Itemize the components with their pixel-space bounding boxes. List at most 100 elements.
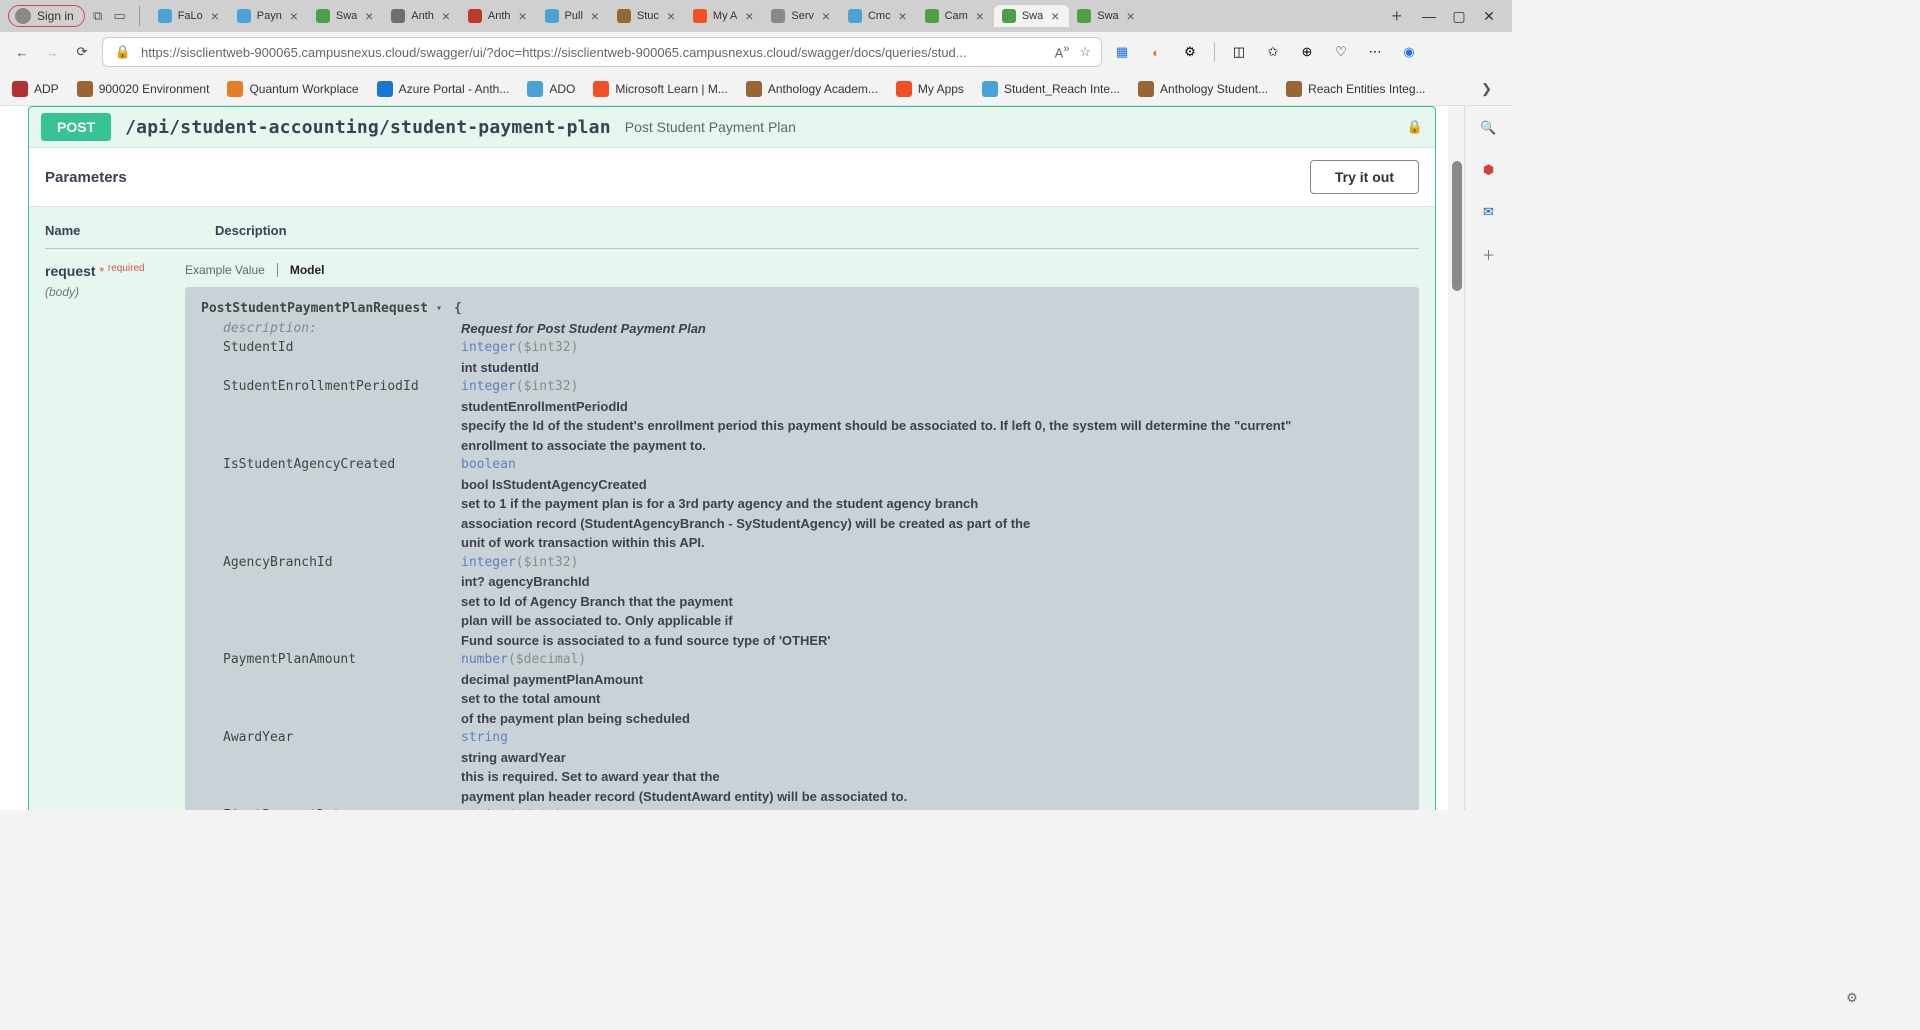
ext-orange-icon[interactable]: ◐ bbox=[1146, 42, 1166, 62]
split-screen-icon[interactable]: ◫ bbox=[1229, 42, 1249, 62]
tab-close-button[interactable]: × bbox=[1049, 10, 1061, 22]
tab-favicon bbox=[545, 9, 559, 23]
url-text: https://sisclientweb-900065.campusnexus.… bbox=[141, 45, 1047, 60]
browser-tab[interactable]: My A × bbox=[685, 5, 763, 27]
bookmark-item[interactable]: Quantum Workplace bbox=[227, 81, 358, 97]
property-format: ($decimal) bbox=[508, 652, 586, 667]
ext-grid-icon[interactable]: ▦ bbox=[1112, 42, 1132, 62]
browser-tab[interactable]: Swa × bbox=[1069, 5, 1144, 27]
browser-side-rail: 🔍 ⬢ ✉ ＋ ⚙ bbox=[1464, 106, 1512, 810]
bookmark-favicon bbox=[1138, 81, 1154, 97]
tab-example-value[interactable]: Example Value bbox=[185, 263, 265, 277]
bookmark-item[interactable]: ADO bbox=[527, 81, 575, 97]
bookmark-item[interactable]: Student_Reach Inte... bbox=[982, 81, 1120, 97]
browser-tab[interactable]: Anth × bbox=[383, 5, 460, 27]
close-window-button[interactable]: ✕ bbox=[1482, 9, 1496, 23]
back-button[interactable]: ← bbox=[12, 42, 32, 62]
property-desc-line: set to the total amount bbox=[461, 689, 690, 709]
browser-tab[interactable]: Swa × bbox=[994, 5, 1069, 27]
performance-icon[interactable]: ♡ bbox=[1331, 42, 1351, 62]
property-desc-line: string awardYear bbox=[461, 748, 907, 768]
tab-close-button[interactable]: × bbox=[517, 10, 529, 22]
tab-close-button[interactable]: × bbox=[974, 10, 986, 22]
property-desc-line: specify the Id of the student's enrollme… bbox=[461, 416, 1291, 436]
favorite-icon[interactable]: ☆ bbox=[1079, 44, 1091, 60]
bookmark-favicon bbox=[746, 81, 762, 97]
bookmark-label: Azure Portal - Anth... bbox=[399, 82, 510, 96]
favorites-icon[interactable]: ✩ bbox=[1263, 42, 1283, 62]
property-desc-line: enrollment to associate the payment to. bbox=[461, 436, 1291, 456]
browser-tab[interactable]: Cam × bbox=[917, 5, 994, 27]
bookmark-item[interactable]: Anthology Academ... bbox=[746, 81, 878, 97]
tab-close-button[interactable]: × bbox=[1125, 10, 1137, 22]
collections-icon[interactable]: ⊕ bbox=[1297, 42, 1317, 62]
property-description: string($date) bbox=[461, 806, 563, 810]
tab-close-button[interactable]: × bbox=[743, 10, 755, 22]
property-desc-line: bool IsStudentAgencyCreated bbox=[461, 475, 1030, 495]
model-property-row: StudentId integer($int32)int studentId bbox=[201, 338, 1403, 377]
property-name: StudentId bbox=[201, 338, 461, 377]
property-format: ($date) bbox=[508, 808, 563, 810]
copilot-icon[interactable]: ◉ bbox=[1399, 42, 1419, 62]
signin-button[interactable]: Sign in bbox=[8, 5, 85, 27]
tab-close-button[interactable]: × bbox=[209, 10, 221, 22]
tab-close-button[interactable]: × bbox=[897, 10, 909, 22]
bookmark-item[interactable]: 900020 Environment bbox=[77, 81, 210, 97]
bookmark-item[interactable]: Reach Entities Integ... bbox=[1286, 81, 1425, 97]
browser-tab[interactable]: Cmc × bbox=[840, 5, 917, 27]
signin-label: Sign in bbox=[37, 9, 74, 23]
bookmark-label: Anthology Student... bbox=[1160, 82, 1268, 96]
settings-gear-icon[interactable]: ⚙ bbox=[1840, 986, 1864, 1010]
operation-summary-row[interactable]: POST /api/student-accounting/student-pay… bbox=[29, 107, 1435, 148]
bookmark-item[interactable]: Azure Portal - Anth... bbox=[377, 81, 510, 97]
tab-close-button[interactable]: × bbox=[363, 10, 375, 22]
browser-tab[interactable]: Swa × bbox=[308, 5, 383, 27]
property-format: ($int32) bbox=[516, 340, 579, 355]
bookmark-item[interactable]: Anthology Student... bbox=[1138, 81, 1268, 97]
property-name: PaymentPlanAmount bbox=[201, 650, 461, 728]
read-aloud-icon[interactable]: A» bbox=[1055, 43, 1070, 60]
operation-block: POST /api/student-accounting/student-pay… bbox=[28, 106, 1436, 810]
more-icon[interactable]: ⋯ bbox=[1365, 42, 1385, 62]
tab-actions-icon[interactable]: ▭ bbox=[111, 7, 129, 25]
browser-tab[interactable]: Stuc × bbox=[609, 5, 685, 27]
model-title-row[interactable]: PostStudentPaymentPlanRequest ▾ { bbox=[201, 299, 462, 319]
browser-tab[interactable]: FaLo × bbox=[150, 5, 229, 27]
profile-icon bbox=[15, 8, 31, 24]
refresh-button[interactable]: ⟳ bbox=[72, 42, 92, 62]
outlook-icon[interactable]: ✉ bbox=[1477, 200, 1501, 224]
maximize-button[interactable]: ▢ bbox=[1452, 9, 1466, 23]
search-icon[interactable]: 🔍 bbox=[1477, 116, 1501, 140]
tab-model[interactable]: Model bbox=[290, 263, 325, 277]
scrollbar-thumb[interactable] bbox=[1452, 161, 1462, 291]
shopping-icon[interactable]: ⬢ bbox=[1477, 158, 1501, 182]
address-input[interactable]: 🔒 https://sisclientweb-900065.campusnexu… bbox=[102, 37, 1102, 67]
property-type: string bbox=[461, 730, 508, 745]
bookmark-item[interactable]: ADP bbox=[12, 81, 59, 97]
bookmark-favicon bbox=[593, 81, 609, 97]
auth-lock-icon[interactable]: 🔒 bbox=[1407, 119, 1423, 135]
tab-close-button[interactable]: × bbox=[288, 10, 300, 22]
property-desc-line: Fund source is associated to a fund sour… bbox=[461, 631, 831, 651]
bookmarks-overflow-button[interactable]: ❯ bbox=[1473, 81, 1500, 97]
extensions-icon[interactable]: ⚙ bbox=[1180, 42, 1200, 62]
lock-icon: 🔒 bbox=[113, 42, 133, 62]
tab-close-button[interactable]: × bbox=[440, 10, 452, 22]
add-tool-icon[interactable]: ＋ bbox=[1477, 242, 1501, 266]
workspaces-icon[interactable]: ⧉ bbox=[89, 7, 107, 25]
try-it-out-button[interactable]: Try it out bbox=[1310, 160, 1419, 194]
browser-tab[interactable]: Payn × bbox=[229, 5, 308, 27]
browser-tab[interactable]: Pull × bbox=[537, 5, 609, 27]
minimize-button[interactable]: — bbox=[1422, 9, 1436, 23]
browser-tab[interactable]: Anth × bbox=[460, 5, 537, 27]
tab-close-button[interactable]: × bbox=[589, 10, 601, 22]
tab-favicon bbox=[316, 9, 330, 23]
new-tab-button[interactable]: + bbox=[1383, 6, 1410, 27]
tab-close-button[interactable]: × bbox=[665, 10, 677, 22]
scrollbar-track[interactable] bbox=[1448, 106, 1464, 810]
tab-close-button[interactable]: × bbox=[820, 10, 832, 22]
bookmark-item[interactable]: Microsoft Learn | M... bbox=[593, 81, 727, 97]
browser-tab[interactable]: Serv × bbox=[763, 5, 840, 27]
bookmark-item[interactable]: My Apps bbox=[896, 81, 964, 97]
bookmark-label: Microsoft Learn | M... bbox=[615, 82, 727, 96]
